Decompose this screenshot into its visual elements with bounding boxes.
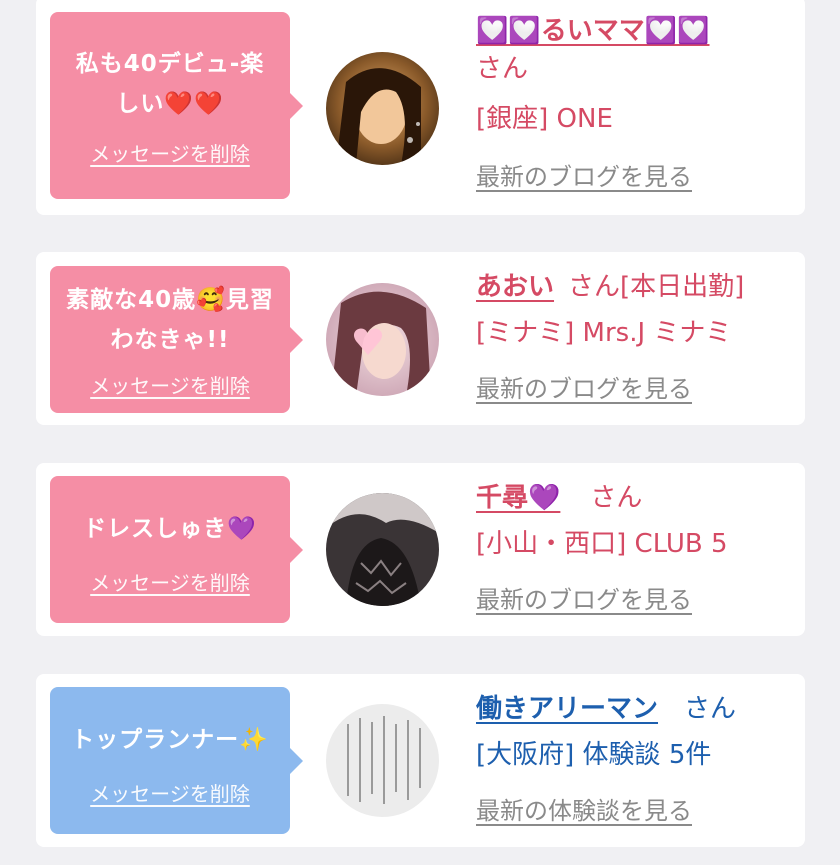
shop-place: [銀座] ONE <box>476 104 613 134</box>
profile-info: 💟💟るいママ💟💟 さん [銀座] ONE 最新のブログを見る <box>476 12 796 200</box>
avatar[interactable] <box>326 704 439 817</box>
avatar[interactable] <box>326 283 439 396</box>
shop-place: [ミナミ] Mrs.J ミナミ <box>476 318 732 348</box>
cast-name-link[interactable]: 💟💟るいママ💟💟 <box>476 16 710 46</box>
name-suffix: さん[本日出勤] <box>568 272 745 302</box>
message-card: 私も40デビュ-楽しい❤️❤️ メッセージを削除 💟💟るいママ💟💟 さん [銀座… <box>36 0 805 215</box>
user-name-link[interactable]: 働きアリーマン <box>476 694 658 724</box>
message-card: 素敵な40歳🥰見習わなきゃ!! メッセージを削除 あおい さん[本日出勤] [ミ… <box>36 252 805 425</box>
delete-message-link[interactable]: メッセージを削除 <box>90 370 250 399</box>
message-bubble: 素敵な40歳🥰見習わなきゃ!! メッセージを削除 <box>50 266 303 413</box>
message-card: ドレスしゅき💜 メッセージを削除 千尋💜 さん [小山・西口] CLUB 5 最新… <box>36 463 805 636</box>
area-review-count: [大阪府] 体験談 5件 <box>476 740 712 770</box>
name-line: 働きアリーマン さん <box>476 686 796 732</box>
name-line: 千尋💜 さん <box>476 475 796 521</box>
name-suffix: さん <box>590 483 643 513</box>
delete-message-link[interactable]: メッセージを削除 <box>90 778 250 807</box>
message-bubble: トップランナー✨ メッセージを削除 <box>50 687 303 834</box>
delete-message-link[interactable]: メッセージを削除 <box>90 567 250 596</box>
message-bubble: ドレスしゅき💜 メッセージを削除 <box>50 476 303 623</box>
cast-name-link[interactable]: 千尋💜 <box>476 483 560 513</box>
message-text: 私も40デビュ-楽しい❤️❤️ <box>75 51 265 117</box>
message-list: 私も40デビュ-楽しい❤️❤️ メッセージを削除 💟💟るいママ💟💟 さん [銀座… <box>0 0 840 865</box>
name-line: あおい さん[本日出勤] <box>476 264 806 310</box>
latest-blog-link[interactable]: 最新のブログを見る <box>476 577 692 623</box>
shop-place: [小山・西口] CLUB 5 <box>476 529 728 559</box>
message-bubble: 私も40デビュ-楽しい❤️❤️ メッセージを削除 <box>50 12 303 199</box>
profile-info: あおい さん[本日出勤] [ミナミ] Mrs.J ミナミ 最新のブログを見る <box>476 264 806 412</box>
profile-info: 働きアリーマン さん [大阪府] 体験談 5件 最新の体験談を見る <box>476 686 796 834</box>
profile-info: 千尋💜 さん [小山・西口] CLUB 5 最新のブログを見る <box>476 475 796 623</box>
message-text: トップランナー✨ <box>71 727 269 753</box>
delete-message-link[interactable]: メッセージを削除 <box>90 138 250 167</box>
message-text: 素敵な40歳🥰見習わなきゃ!! <box>66 287 274 353</box>
name-line: 💟💟るいママ💟💟 さん <box>476 12 796 88</box>
latest-review-link[interactable]: 最新の体験談を見る <box>476 788 692 834</box>
latest-blog-link[interactable]: 最新のブログを見る <box>476 366 692 412</box>
cast-name-link[interactable]: あおい <box>476 272 554 302</box>
latest-blog-link[interactable]: 最新のブログを見る <box>476 154 692 200</box>
message-text: ドレスしゅき💜 <box>83 516 257 542</box>
avatar[interactable] <box>326 52 439 165</box>
name-suffix: さん <box>476 54 529 84</box>
name-suffix: さん <box>684 694 737 724</box>
avatar[interactable] <box>326 493 439 606</box>
message-card: トップランナー✨ メッセージを削除 働きアリーマン さん [大阪府] 体験談 5… <box>36 674 805 847</box>
